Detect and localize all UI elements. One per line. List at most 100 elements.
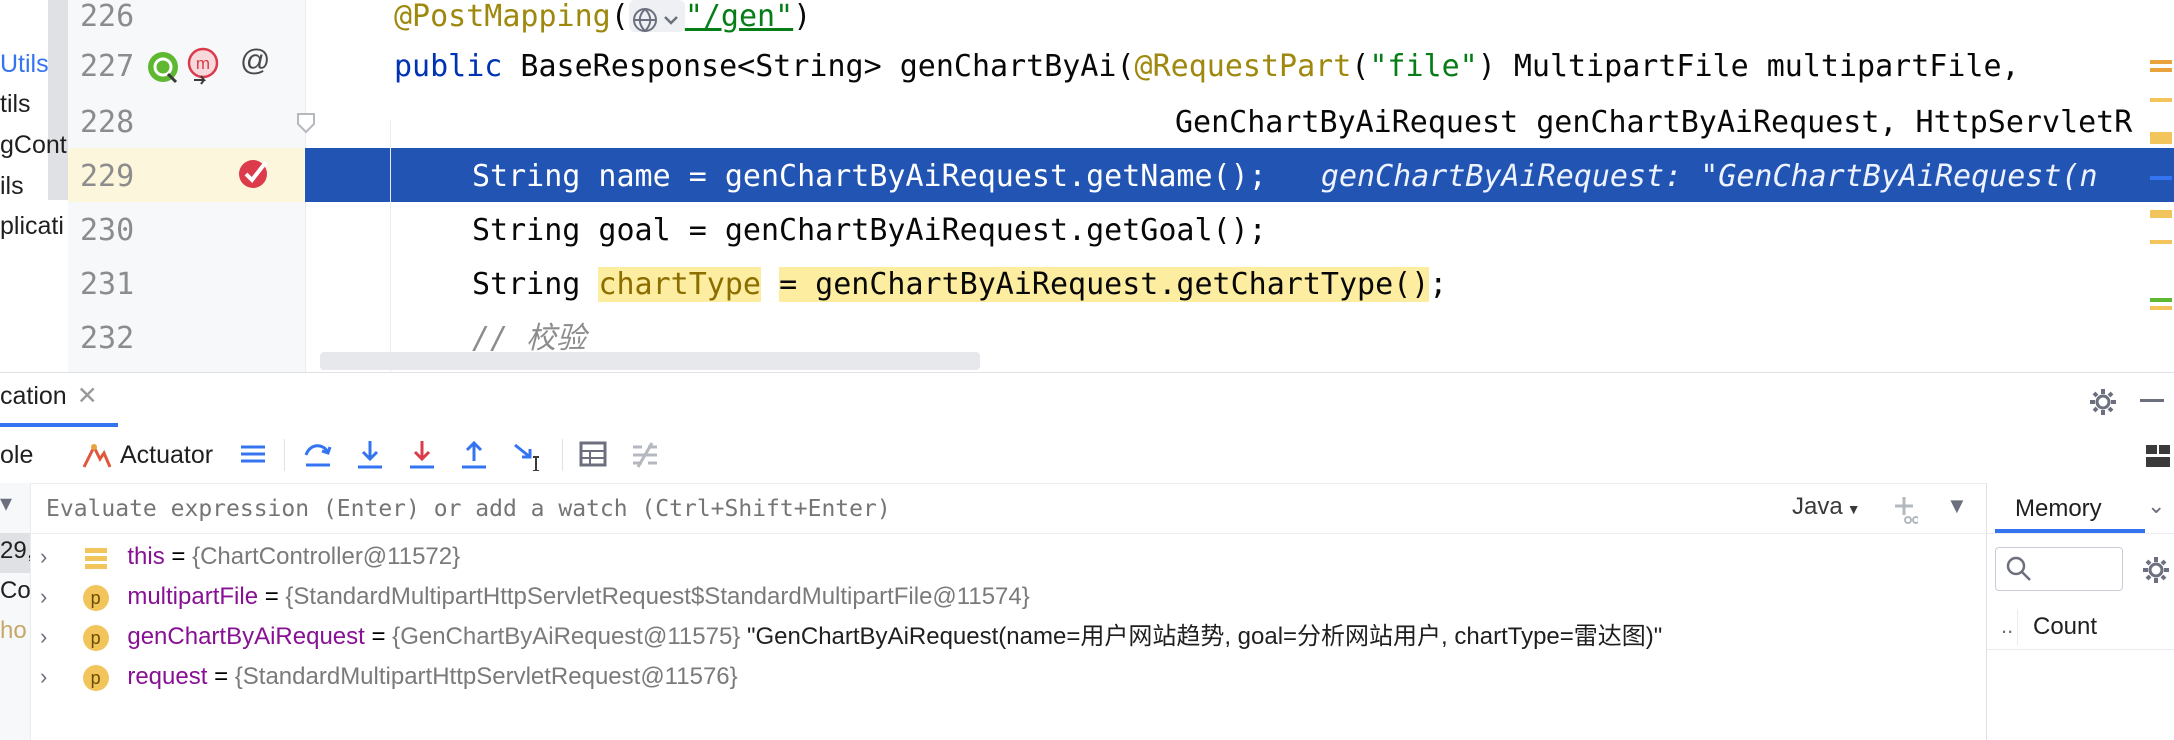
actuator-icon[interactable] bbox=[80, 441, 112, 471]
language-selector[interactable]: Java ▼ bbox=[1792, 493, 1861, 521]
variable-row-multipartfile[interactable]: › p multipartFile = {StandardMultipartHt… bbox=[30, 577, 1030, 617]
project-item-gcont[interactable]: gCont bbox=[0, 131, 67, 160]
console-tab[interactable]: ole bbox=[0, 441, 33, 470]
annotation-postmapping: @PostMapping bbox=[394, 0, 611, 34]
evaluate-expression-icon[interactable] bbox=[578, 439, 610, 471]
threads-list-icon[interactable] bbox=[238, 439, 270, 471]
error-stripe-marker[interactable] bbox=[2150, 68, 2172, 72]
horizontal-scrollbar[interactable] bbox=[320, 352, 980, 370]
mapping-path-string[interactable]: "/gen" bbox=[685, 0, 793, 34]
annotation-requestpart: @RequestPart bbox=[1134, 49, 1352, 84]
step-over-icon[interactable] bbox=[302, 439, 334, 471]
close-tab-icon[interactable]: ✕ bbox=[77, 382, 98, 410]
variable-name: request bbox=[127, 663, 208, 690]
count-column-header[interactable]: Count bbox=[2033, 613, 2097, 641]
variable-row-this[interactable]: › this = {ChartController@11572} bbox=[30, 537, 460, 577]
frame-item[interactable]: ho bbox=[0, 617, 27, 645]
project-tree-strip[interactable]: Utils tils gCont ils plicati bbox=[0, 0, 68, 372]
variables-tree[interactable]: › this = {ChartController@11572} › p mul… bbox=[30, 533, 1985, 740]
run-config-tab[interactable]: cation ✕ bbox=[0, 381, 98, 411]
project-item-plicati[interactable]: plicati bbox=[0, 212, 64, 241]
history-dropdown-icon[interactable]: ▼ bbox=[1946, 493, 1968, 519]
gear-icon[interactable] bbox=[2141, 555, 2171, 585]
frames-dropdown-icon[interactable]: ▾ bbox=[0, 489, 12, 518]
error-stripe-marker[interactable] bbox=[2150, 60, 2172, 64]
expand-chevron-icon[interactable]: › bbox=[40, 537, 66, 577]
error-stripe-marker[interactable] bbox=[2150, 132, 2172, 144]
code-line-231[interactable]: String chartType = genChartByAiRequest.g… bbox=[472, 258, 1447, 312]
debug-toolbar: ole Actuator bbox=[0, 427, 2174, 484]
equals-sign: = bbox=[207, 663, 235, 690]
line-number: 228 bbox=[80, 105, 135, 140]
code-line-229[interactable]: String name = genChartByAiRequest.getNam… bbox=[472, 150, 2098, 204]
code-token: String bbox=[472, 267, 599, 302]
web-url-globe-icon[interactable] bbox=[628, 0, 685, 32]
step-out-icon[interactable] bbox=[458, 439, 490, 471]
search-icon bbox=[2006, 556, 2031, 581]
code-token: ( bbox=[610, 0, 629, 34]
error-stripe-marker[interactable] bbox=[2150, 98, 2172, 102]
trace-streams-icon[interactable] bbox=[630, 439, 662, 471]
layout-settings-icon[interactable] bbox=[2144, 443, 2172, 469]
mapping-m-icon[interactable]: m bbox=[186, 46, 220, 86]
memory-tab[interactable]: Memory bbox=[2015, 495, 2102, 523]
step-into-icon[interactable] bbox=[354, 439, 386, 471]
minimize-icon[interactable] bbox=[2140, 399, 2164, 402]
memory-panel[interactable]: Memory ⌄ .. Count bbox=[1986, 483, 2174, 740]
chevron-down-icon[interactable]: ⌄ bbox=[2147, 493, 2165, 519]
code-line-226[interactable]: @PostMapping("/gen") bbox=[394, 0, 811, 44]
error-stripe-marker[interactable] bbox=[2150, 240, 2172, 244]
spring-web-endpoint-icon[interactable] bbox=[146, 50, 180, 84]
error-stripe-marker[interactable] bbox=[2150, 210, 2172, 218]
error-stripe-marker[interactable] bbox=[2150, 306, 2172, 310]
variable-value: {StandardMultipartHttpServletRequest@115… bbox=[234, 663, 738, 690]
frame-item[interactable]: Co bbox=[0, 577, 30, 605]
project-item-utils[interactable]: Utils bbox=[0, 50, 49, 79]
add-watch-icon[interactable] bbox=[1892, 495, 1918, 525]
memory-tab-indicator bbox=[1995, 529, 2145, 533]
fold-marker-icon[interactable] bbox=[296, 112, 316, 134]
memory-search-input[interactable] bbox=[1995, 547, 2123, 591]
code-editor[interactable]: Utils tils gCont ils plicati 226 227 228… bbox=[0, 0, 2174, 372]
class-column-header[interactable]: .. bbox=[2001, 613, 2013, 639]
parameter-p-icon: p bbox=[82, 584, 109, 611]
error-stripe-marker[interactable] bbox=[2150, 176, 2172, 180]
variable-row-request[interactable]: › p request = {StandardMultipartHttpServ… bbox=[30, 657, 738, 697]
actuator-tab[interactable]: Actuator bbox=[120, 441, 213, 470]
fields-stack-icon bbox=[84, 547, 107, 569]
error-stripe-marker[interactable] bbox=[2150, 298, 2172, 302]
code-token: BaseResponse<String> genChartByAi( bbox=[502, 49, 1135, 84]
variable-name: multipartFile bbox=[127, 583, 259, 610]
run-to-cursor-icon[interactable] bbox=[512, 439, 544, 471]
force-step-into-icon[interactable] bbox=[406, 439, 438, 471]
code-line-228[interactable]: GenChartByAiRequest genChartByAiRequest,… bbox=[1175, 96, 2132, 150]
expand-chevron-icon[interactable]: › bbox=[40, 617, 66, 657]
project-item-ils[interactable]: ils bbox=[0, 172, 24, 201]
project-tree-scroll bbox=[48, 0, 68, 200]
expand-chevron-icon[interactable]: › bbox=[40, 657, 66, 697]
variable-row-genchartbyairequest[interactable]: › p genChartByAiRequest = {GenChartByAiR… bbox=[30, 617, 1662, 657]
annotation-at-icon[interactable]: @ bbox=[240, 44, 270, 78]
line-number: 229 bbox=[80, 159, 135, 194]
evaluate-expression-input[interactable] bbox=[44, 489, 1748, 529]
line-number: 226 bbox=[80, 0, 135, 34]
evaluate-expression-bar: Java▼ ▼ bbox=[30, 483, 1985, 534]
parameter-p-icon: p bbox=[82, 664, 109, 691]
expand-chevron-icon[interactable]: › bbox=[40, 577, 66, 617]
frame-item[interactable]: 29, bbox=[0, 537, 30, 565]
project-item-tils[interactable]: tils bbox=[0, 90, 31, 119]
toolbar-separator bbox=[284, 439, 285, 471]
debug-tool-window[interactable]: cation ✕ ole Actuator ▾ 29, Co ho Evalua… bbox=[0, 372, 2174, 740]
code-token: String name = genChartByAiRequest.getNam… bbox=[472, 159, 1267, 194]
frames-panel[interactable]: ▾ 29, Co ho bbox=[0, 483, 31, 740]
code-line-230[interactable]: String goal = genChartByAiRequest.getGoa… bbox=[472, 204, 1267, 258]
inline-debug-value[interactable]: genChartByAiRequest: "GenChartByAiReques… bbox=[1321, 159, 2098, 194]
gear-icon[interactable] bbox=[2088, 387, 2118, 417]
code-token: ; bbox=[1429, 267, 1448, 302]
parameter-p-icon: p bbox=[82, 624, 109, 651]
code-token: ) MultipartFile multipartFile, bbox=[1477, 49, 2020, 84]
code-line-227[interactable]: public BaseResponse<String> genChartByAi… bbox=[394, 40, 2020, 94]
breakpoint-icon[interactable] bbox=[236, 153, 274, 191]
toolbar-separator bbox=[562, 439, 563, 471]
